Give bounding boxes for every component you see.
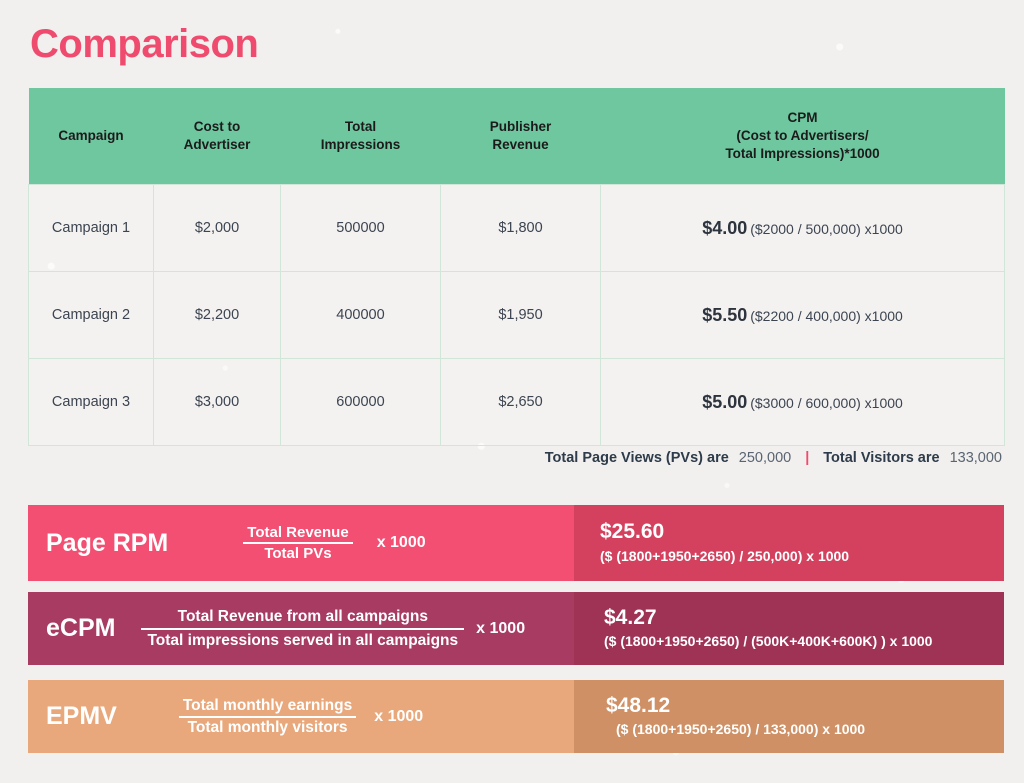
column-header-cost: Cost to Advertiser (153, 88, 281, 185)
cell-cost: $3,000 (153, 358, 281, 446)
fraction-denominator: Total PVs (264, 545, 332, 562)
column-header-cpm: CPM (Cost to Advertisers/ Total Impressi… (600, 88, 1005, 185)
cell-revenue: $2,650 (440, 358, 601, 446)
metric-formula-ecpm: eCPM Total Revenue from all campaigns To… (28, 592, 574, 665)
cell-cpm: $4.00 ($2000 / 500,000) x1000 (600, 184, 1005, 272)
table-row: Campaign 1 $2,000 500000 $1,800 $4.00 ($2… (28, 184, 1005, 272)
cell-impressions: 500000 (280, 184, 441, 272)
metric-multiplier: x 1000 (376, 534, 426, 551)
cpm-expression: ($2200 / 400,000) x1000 (750, 307, 903, 324)
column-header-cpm-line3: Total Impressions)*1000 (725, 146, 880, 162)
metric-band-epmv: EPMV Total monthly earnings Total monthl… (28, 680, 1004, 753)
cell-cost: $2,200 (153, 271, 281, 359)
total-visitors-value: 133,000 (949, 450, 1002, 466)
metric-result-expression: ($ (1800+1950+2650) / 250,000) x 1000 (600, 547, 850, 564)
column-header-revenue: Publisher Revenue (440, 88, 601, 185)
comparison-table: Campaign Cost to Advertiser Total Impres… (28, 88, 1005, 446)
cell-cpm: $5.00 ($3000 / 600,000) x1000 (600, 358, 1005, 446)
metric-name-ecpm: eCPM (46, 614, 116, 642)
total-page-views-label: Total Page Views (PVs) are (544, 450, 729, 466)
totals-separator: | (805, 450, 810, 466)
fraction-numerator: Total Revenue from all campaigns (177, 607, 428, 625)
fraction-numerator: Total monthly earnings (182, 696, 353, 714)
column-header-revenue-line1: Publisher (489, 118, 552, 134)
cpm-expression: ($2000 / 500,000) x1000 (750, 220, 903, 237)
table-row: Campaign 2 $2,200 400000 $1,950 $5.50 ($2… (28, 271, 1005, 359)
total-page-views-value: 250,000 (738, 450, 792, 466)
metric-multiplier: x 1000 (374, 707, 424, 725)
cell-campaign: Campaign 2 (28, 271, 154, 359)
comparison-infographic: Comparison Campaign Cost to Advertiser T… (0, 0, 1024, 783)
page-title: Comparison (30, 22, 259, 66)
metric-result-value: $4.27 (604, 605, 657, 629)
metric-multiplier: x 1000 (476, 619, 526, 637)
metric-formula-page-rpm: Page RPM Total Revenue Total PVs x 1000 (28, 505, 574, 581)
column-header-cost-line1: Cost to (193, 118, 241, 134)
metric-result-ecpm: $4.27 ($ (1800+1950+2650) / (500K+400K+6… (574, 592, 1004, 665)
column-header-campaign-label: Campaign (58, 127, 124, 143)
cell-revenue: $1,800 (440, 184, 601, 272)
metric-result-value: $25.60 (600, 520, 665, 544)
metric-result-expression: ($ (1800+1950+2650) / (500K+400K+600K) )… (604, 633, 933, 650)
metric-name-epmv: EPMV (46, 702, 117, 730)
fraction-denominator: Total monthly visitors (187, 718, 348, 736)
column-header-cpm-line1: CPM (787, 109, 818, 125)
fraction-denominator: Total impressions served in all campaign… (147, 631, 459, 649)
cpm-expression: ($3000 / 600,000) x1000 (750, 394, 903, 411)
metric-name-page-rpm: Page RPM (46, 528, 169, 557)
metric-result-expression: ($ (1800+1950+2650) / 133,000) x 1000 (616, 721, 866, 738)
totals-summary: Total Page Views (PVs) are 250,000 | Tot… (545, 450, 1002, 466)
cpm-value: $5.00 (702, 391, 748, 412)
fraction-numerator: Total Revenue (247, 524, 349, 541)
metric-band-ecpm: eCPM Total Revenue from all campaigns To… (28, 592, 1004, 665)
metric-formula-epmv: EPMV Total monthly earnings Total monthl… (28, 680, 574, 753)
column-header-impressions-line1: Total (344, 118, 377, 134)
metric-band-page-rpm: Page RPM Total Revenue Total PVs x 1000 … (28, 505, 1004, 581)
column-header-revenue-line2: Revenue (492, 137, 549, 152)
total-visitors-label: Total Visitors are (823, 450, 940, 466)
metric-fraction-epmv: Total monthly earnings Total monthly vis… (178, 696, 357, 738)
cell-cost: $2,000 (153, 184, 281, 272)
column-header-impressions-line2: Impressions (320, 137, 401, 152)
cpm-value: $5.50 (702, 304, 748, 325)
column-header-campaign: Campaign (28, 88, 154, 185)
metric-result-epmv: $48.12 ($ (1800+1950+2650) / 133,000) x … (574, 680, 1004, 753)
table-header-row: Campaign Cost to Advertiser Total Impres… (28, 88, 1005, 185)
metric-result-page-rpm: $25.60 ($ (1800+1950+2650) / 250,000) x … (574, 505, 1004, 581)
cell-campaign: Campaign 1 (28, 184, 154, 272)
cell-revenue: $1,950 (440, 271, 601, 359)
metric-result-value: $48.12 (606, 693, 671, 717)
metric-fraction-ecpm: Total Revenue from all campaigns Total i… (141, 606, 465, 652)
cell-impressions: 600000 (280, 358, 441, 446)
column-header-cpm-line2: (Cost to Advertisers/ (736, 127, 869, 143)
cell-campaign: Campaign 3 (28, 358, 154, 446)
cell-impressions: 400000 (280, 271, 441, 359)
cpm-value: $4.00 (702, 217, 748, 238)
metric-fraction-page-rpm: Total Revenue Total PVs (243, 523, 353, 563)
cell-cpm: $5.50 ($2200 / 400,000) x1000 (600, 271, 1005, 359)
column-header-impressions: Total Impressions (280, 88, 441, 185)
column-header-cost-line2: Advertiser (183, 137, 251, 152)
table-row: Campaign 3 $3,000 600000 $2,650 $5.00 ($3… (28, 358, 1005, 446)
